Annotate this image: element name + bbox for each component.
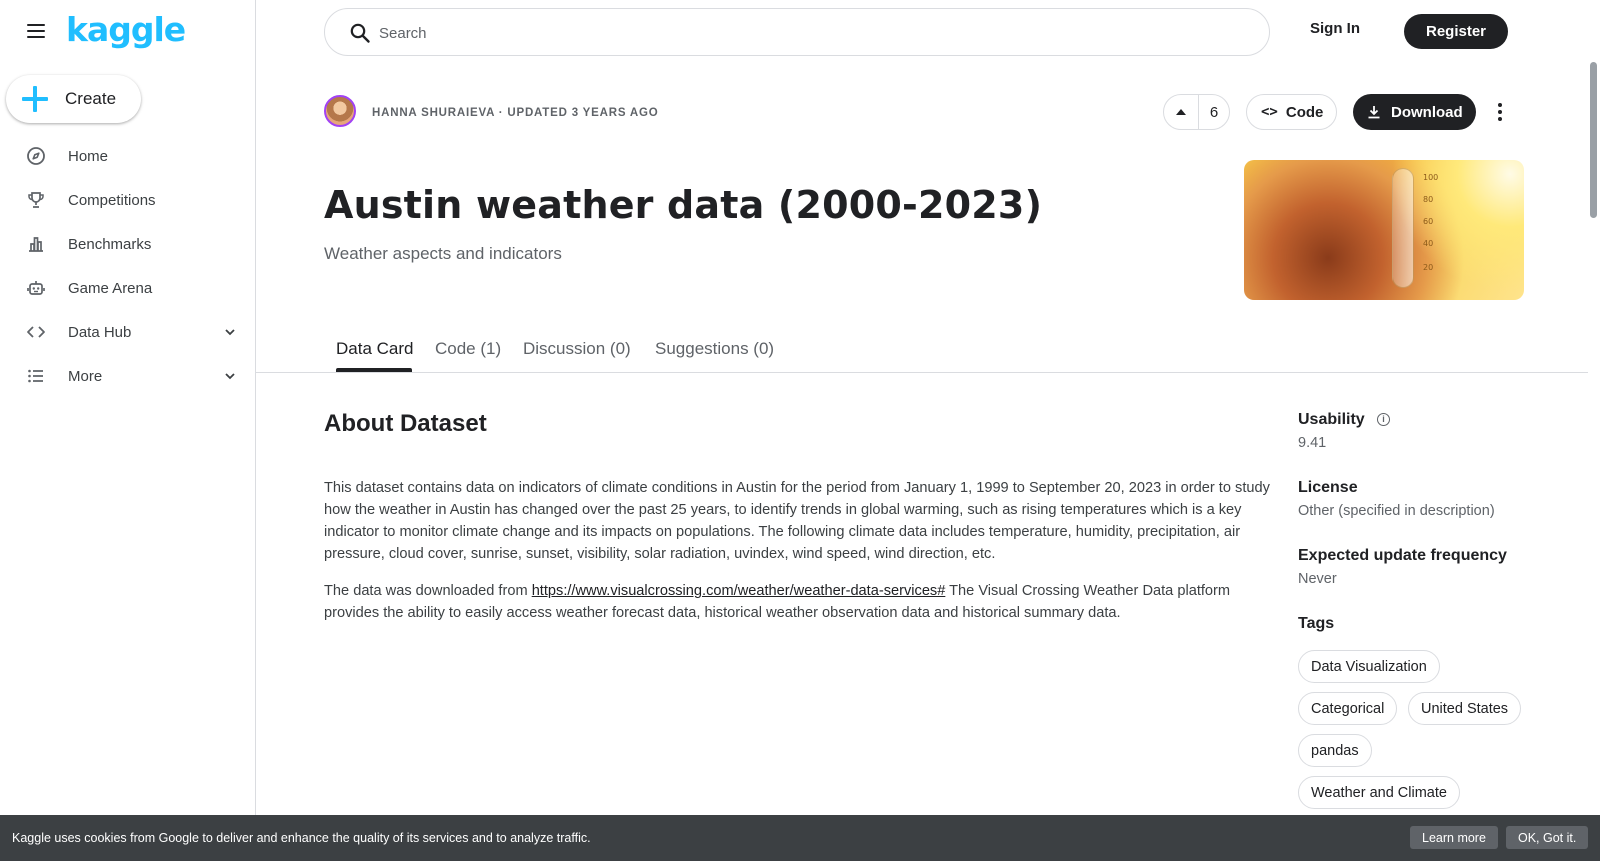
kaggle-logo[interactable]: kaggle [66, 10, 186, 49]
thermometer-tick: 100 [1423, 173, 1439, 182]
usability-label: Usability [1298, 411, 1365, 428]
sidebar-item-competitions[interactable]: Competitions [0, 178, 256, 222]
sidebar-nav: Home Competitions Benchmarks Game Arena … [0, 134, 256, 398]
cookie-banner: Kaggle uses cookies from Google to deliv… [0, 815, 1600, 861]
sidebar-item-label: Competitions [68, 191, 156, 209]
sidebar-item-label: Data Hub [68, 323, 132, 341]
tag-chip[interactable]: pandas [1298, 734, 1372, 767]
page-subtitle: Weather aspects and indicators [324, 244, 562, 263]
bar-chart-icon [26, 234, 46, 254]
upvote-control: 6 [1163, 94, 1230, 130]
chevron-down-icon[interactable] [222, 368, 238, 384]
thermometer-tick: 20 [1423, 263, 1434, 272]
create-button[interactable]: Create [6, 75, 141, 123]
list-icon [26, 366, 46, 386]
thermometer-graphic: 100 80 60 40 20 [1392, 168, 1438, 288]
sidebar-item-benchmarks[interactable]: Benchmarks [0, 222, 256, 266]
page-title: Austin weather data (2000-2023) [324, 183, 1043, 227]
create-label: Create [65, 89, 117, 108]
sidebar-item-label: Benchmarks [68, 235, 152, 253]
download-button-label: Download [1391, 103, 1463, 121]
search-bar[interactable] [324, 8, 1270, 56]
tab-suggestions[interactable]: Suggestions (0) [655, 339, 774, 371]
dataset-cover-image: 100 80 60 40 20 [1244, 160, 1524, 300]
hamburger-menu-icon[interactable] [24, 20, 48, 44]
tags-label: Tags [1298, 615, 1335, 632]
learn-more-button[interactable]: Learn more [1410, 826, 1498, 849]
more-options-icon[interactable] [1490, 100, 1510, 124]
tag-chip[interactable]: Categorical [1298, 692, 1398, 725]
download-button[interactable]: Download [1353, 94, 1476, 130]
sidebar-item-more[interactable]: More [0, 354, 256, 398]
sign-in-button[interactable]: Sign In [1310, 20, 1360, 44]
sidebar-item-label: More [68, 367, 103, 385]
sidebar-item-home[interactable]: Home [0, 134, 256, 178]
license-value: Other (specified in description) [1298, 503, 1495, 519]
usability-value: 9.41 [1298, 435, 1327, 451]
code-icon: <> [1261, 104, 1278, 120]
scrollbar[interactable] [1590, 62, 1597, 218]
avatar[interactable] [324, 95, 356, 127]
search-icon [349, 22, 371, 44]
sidebar-item-game-arena[interactable]: Game Arena [0, 266, 256, 310]
trophy-icon [26, 190, 46, 210]
chevron-down-icon[interactable] [222, 324, 238, 340]
search-input[interactable] [379, 21, 1179, 45]
license-label: License [1298, 479, 1358, 496]
frequency-label: Expected update frequency [1298, 547, 1507, 564]
tag-chip[interactable]: United States [1408, 692, 1522, 725]
tab-code[interactable]: Code (1) [435, 339, 501, 371]
thermometer-tick: 40 [1423, 239, 1434, 248]
active-tab-indicator [336, 368, 412, 372]
author-line: HANNA SHURAIEVA · UPDATED 3 YEARS AGO [372, 107, 659, 119]
thermometer-tick: 60 [1423, 217, 1434, 226]
sidebar-item-label: Game Arena [68, 279, 153, 297]
code-button[interactable]: <> Code [1246, 94, 1337, 130]
compass-icon [26, 146, 46, 166]
tab-bar: Data Card Code (1) Discussion (0) Sugges… [256, 334, 1588, 373]
plus-icon [22, 86, 48, 112]
code-brackets-icon [26, 322, 46, 342]
source-prefix: The data was downloaded from [324, 583, 532, 599]
frequency-value: Never [1298, 571, 1337, 587]
download-icon [1367, 105, 1381, 119]
upvote-arrow-icon[interactable] [1164, 95, 1199, 129]
tab-data-card[interactable]: Data Card [336, 339, 413, 371]
description-paragraph-source: The data was downloaded from https://www… [324, 580, 1276, 624]
source-link[interactable]: https://www.visualcrossing.com/weather/w… [532, 583, 946, 599]
info-icon[interactable]: i [1377, 413, 1390, 426]
tag-chip[interactable]: Data Visualization [1298, 650, 1440, 683]
tag-chip[interactable]: Weather and Climate [1298, 776, 1460, 809]
register-button[interactable]: Register [1404, 14, 1508, 49]
description-paragraph: This dataset contains data on indicators… [324, 480, 1270, 562]
sidebar-item-data-hub[interactable]: Data Hub [0, 310, 256, 354]
robot-icon [26, 278, 46, 298]
thermometer-tick: 80 [1423, 195, 1434, 204]
about-heading: About Dataset [324, 410, 487, 437]
cookie-text: Kaggle uses cookies from Google to deliv… [12, 831, 591, 845]
sidebar-item-label: Home [68, 147, 109, 165]
sidebar: kaggle Create Home Competitions Benchmar… [0, 0, 256, 861]
upvote-count[interactable]: 6 [1199, 104, 1229, 121]
tab-discussion[interactable]: Discussion (0) [523, 339, 631, 371]
cookie-ok-button[interactable]: OK, Got it. [1506, 826, 1589, 849]
code-button-label: Code [1285, 103, 1324, 121]
